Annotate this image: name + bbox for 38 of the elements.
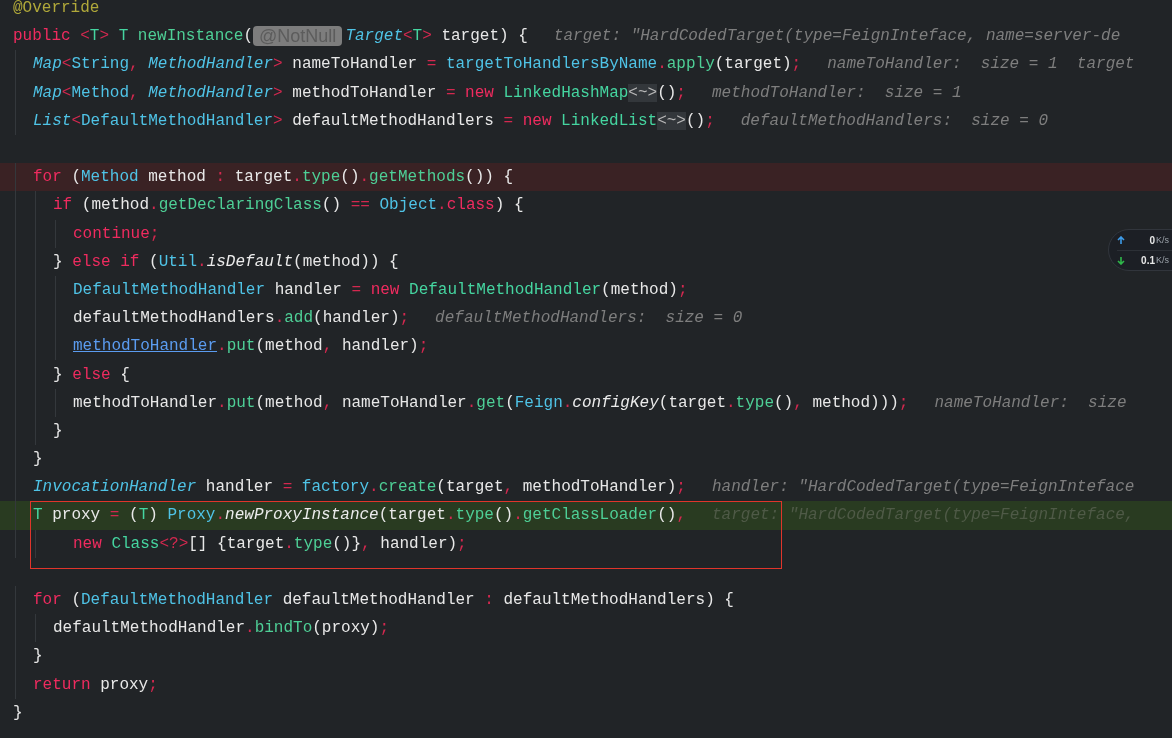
code-text: return proxy; <box>33 675 158 694</box>
code-text: } else if (Util.isDefault(method)) { <box>53 252 399 271</box>
code-text: new Class<?>[] {target.type()}, handler); <box>73 534 467 553</box>
code-text: } <box>33 450 43 469</box>
code-text: if (method.getDeclaringClass() == Object.class) { <box>53 196 524 215</box>
code-text: InvocationHandler handler = factory.create(target, methodToHandler); <box>33 478 686 497</box>
code-text: @Override <box>13 0 100 18</box>
code-text: } <box>13 703 23 722</box>
code-text: } <box>33 647 43 666</box>
upload-unit: K/s <box>1156 235 1169 245</box>
code-text: defaultMethodHandler.bindTo(proxy); <box>53 619 390 638</box>
inline-value-hint: nameToHandler: size = 1 target <box>827 55 1135 74</box>
code-text: Map<Method, MethodHandler> methodToHandler = new LinkedHashMap<~>(); <box>33 83 686 102</box>
code-text: DefaultMethodHandler handler = new DefaultMethodHandler(method); <box>73 280 688 299</box>
inline-value-hint: defaultMethodHandlers: size = 0 <box>435 309 743 328</box>
inline-value-hint: handler: "HardCodedTarget(type=FeignInteface <box>711 478 1135 497</box>
code-text: methodToHandler.put(method, nameToHandler.get(Feign.configKey(target.type(), method))); <box>73 393 909 412</box>
code-text: T proxy = (T) Proxy.newProxyInstance(target.type().getClassLoader(), <box>33 506 686 525</box>
upload-speed: 0 <box>1148 234 1155 246</box>
download-arrow-icon <box>1117 255 1125 265</box>
code-text: for (Method method : target.type().getMethods()) { <box>33 168 514 187</box>
upload-arrow-icon <box>1117 235 1125 245</box>
inline-value-hint: defaultMethodHandlers: size = 0 <box>740 111 1048 130</box>
code-text: List<DefaultMethodHandler> defaultMethodHandlers = new LinkedList<~>(); <box>33 111 715 130</box>
inline-value-hint: methodToHandler: size = 1 <box>711 83 962 102</box>
code-text: Map<String, MethodHandler> nameToHandler = targetToHandlersByName.apply(target); <box>33 55 802 74</box>
code-text: methodToHandler.put(method, handler); <box>73 337 429 356</box>
download-speed: 0.1 <box>1140 254 1155 266</box>
code-text: } <box>53 421 63 440</box>
code-text: defaultMethodHandlers.add(handler); <box>73 309 410 328</box>
code-text: public <T> T newInstance( <box>13 27 254 46</box>
code-text: } else { <box>53 365 130 384</box>
code-text: Target<T> target) { <box>345 27 528 46</box>
code-text: continue; <box>73 224 160 243</box>
code-text: for (DefaultMethodHandler defaultMethodHandler : defaultMethodHandlers) { <box>33 591 734 610</box>
inline-value-hint: nameToHandler: size <box>934 393 1127 412</box>
inline-value-hint: target: "HardCodedTarget(type=FeignInteface, name=server-de <box>553 27 1121 46</box>
download-unit: K/s <box>1156 255 1169 265</box>
